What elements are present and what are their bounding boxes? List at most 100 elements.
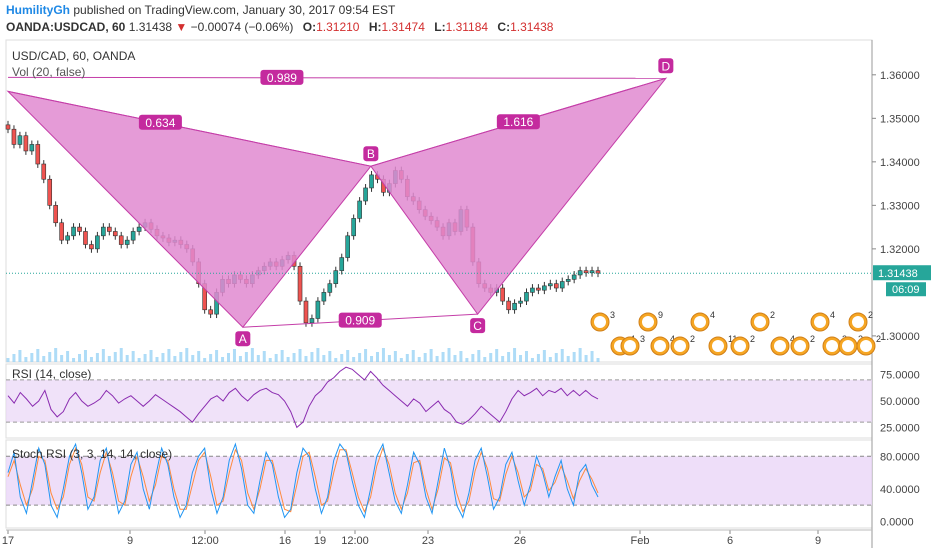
volume-bar	[334, 358, 338, 362]
volume-bar	[584, 355, 588, 362]
volume-bar	[453, 355, 457, 362]
candle	[333, 270, 339, 284]
countdown-badge-text: 06:09	[892, 284, 920, 296]
time-tick-label: 6	[727, 535, 733, 547]
price-tick-label: 1.36000	[880, 70, 920, 82]
volume-bar	[6, 358, 10, 362]
event-marker-count: 9	[658, 310, 663, 320]
stoch-tick-label: 80.0000	[880, 451, 920, 463]
volume-bar	[298, 349, 302, 362]
volume-bar	[256, 355, 260, 362]
volume-bar	[536, 354, 540, 362]
candle	[553, 283, 559, 289]
volume-bar	[548, 357, 552, 362]
event-flag-icon	[674, 340, 686, 352]
volume-bar	[542, 350, 546, 362]
event-flag-icon	[774, 340, 786, 352]
event-flag-icon	[642, 316, 654, 328]
candle	[565, 279, 571, 282]
volume-bar	[560, 349, 564, 362]
event-flag-icon	[794, 340, 806, 352]
volume-bar	[48, 352, 52, 362]
event-flag-icon	[826, 340, 838, 352]
volume-bar	[125, 355, 129, 362]
stoch-tick-label: 0.0000	[880, 516, 914, 528]
volume-bar	[572, 352, 576, 362]
time-axis[interactable]: 17 9 12:00 16 19 12:00 23 26 Feb 6 9	[2, 529, 872, 547]
candle	[101, 226, 106, 237]
volume-bar	[131, 351, 135, 362]
candle	[136, 226, 142, 232]
volume-bar	[316, 348, 320, 362]
volume-bar	[387, 355, 391, 362]
event-marker-count: 3	[610, 310, 615, 320]
volume-bar	[209, 354, 213, 362]
candle	[339, 257, 345, 271]
volume-bar	[501, 356, 505, 362]
candle	[297, 265, 303, 302]
volume-bar	[507, 352, 511, 362]
volume-bar	[66, 351, 70, 362]
event-marker-count: 4	[830, 310, 835, 320]
volume-bar	[328, 351, 332, 362]
candle	[512, 302, 517, 311]
volume-bar	[78, 354, 82, 362]
candle	[112, 231, 118, 237]
candle	[577, 270, 583, 276]
volume-bar	[447, 348, 451, 362]
volume-bar	[137, 358, 141, 362]
volume-bar	[232, 349, 236, 362]
volume-bar	[340, 354, 344, 362]
volume-bar	[221, 357, 225, 362]
candle	[89, 244, 94, 250]
candle	[29, 144, 35, 152]
event-flag-icon	[754, 316, 766, 328]
rsi-tick-label: 75.0000	[880, 370, 920, 382]
volume-bar	[393, 351, 397, 362]
volume-bar	[477, 350, 481, 362]
volume-bar	[179, 352, 183, 362]
chart-canvas[interactable]: ABCD0.6341.6160.9890.9093439424112242422…	[0, 0, 932, 550]
time-tick-label: Feb	[631, 535, 650, 547]
volume-bar	[173, 356, 177, 362]
volume-bar	[113, 352, 117, 362]
pattern-point-b: B	[367, 147, 375, 161]
volume-bar	[12, 354, 16, 362]
price-pane-title: USD/CAD, 60, OANDA	[12, 49, 135, 63]
candle	[11, 128, 17, 145]
candle	[506, 300, 511, 311]
volume-bar	[381, 348, 385, 362]
event-marker-count: 2	[750, 334, 755, 344]
candle	[530, 287, 535, 293]
volume-bar	[554, 353, 558, 362]
candle	[59, 222, 64, 241]
volume-bar	[513, 348, 517, 362]
event-flag-icon	[842, 340, 854, 352]
price-tick-label: 1.35000	[880, 113, 920, 125]
volume-bar	[30, 353, 34, 362]
pattern-point-c: C	[473, 319, 482, 333]
candle	[548, 283, 553, 287]
rsi-title: RSI (14, close)	[12, 367, 91, 381]
rsi-tick-label: 50.0000	[880, 396, 920, 408]
candle	[5, 124, 11, 130]
candle	[315, 300, 321, 319]
stoch-title: Stoch RSI (3, 3, 14, 14, close)	[12, 447, 172, 461]
candle	[77, 226, 82, 232]
candle	[41, 163, 47, 180]
candle	[321, 292, 327, 302]
candle	[118, 235, 124, 245]
volume-bar	[590, 351, 594, 362]
stoch-tick-label: 40.0000	[880, 484, 920, 496]
volume-bar	[262, 351, 266, 362]
volume-bar	[95, 353, 99, 362]
volume-bar	[310, 352, 314, 362]
volume-bar	[352, 357, 356, 362]
event-flag-icon	[860, 340, 872, 352]
price-tick-label: 1.30000	[880, 331, 920, 343]
event-marker-count: 3	[640, 334, 645, 344]
volume-bar	[36, 349, 40, 362]
candle	[47, 178, 53, 206]
event-flag-icon	[594, 316, 606, 328]
candle	[53, 205, 58, 224]
